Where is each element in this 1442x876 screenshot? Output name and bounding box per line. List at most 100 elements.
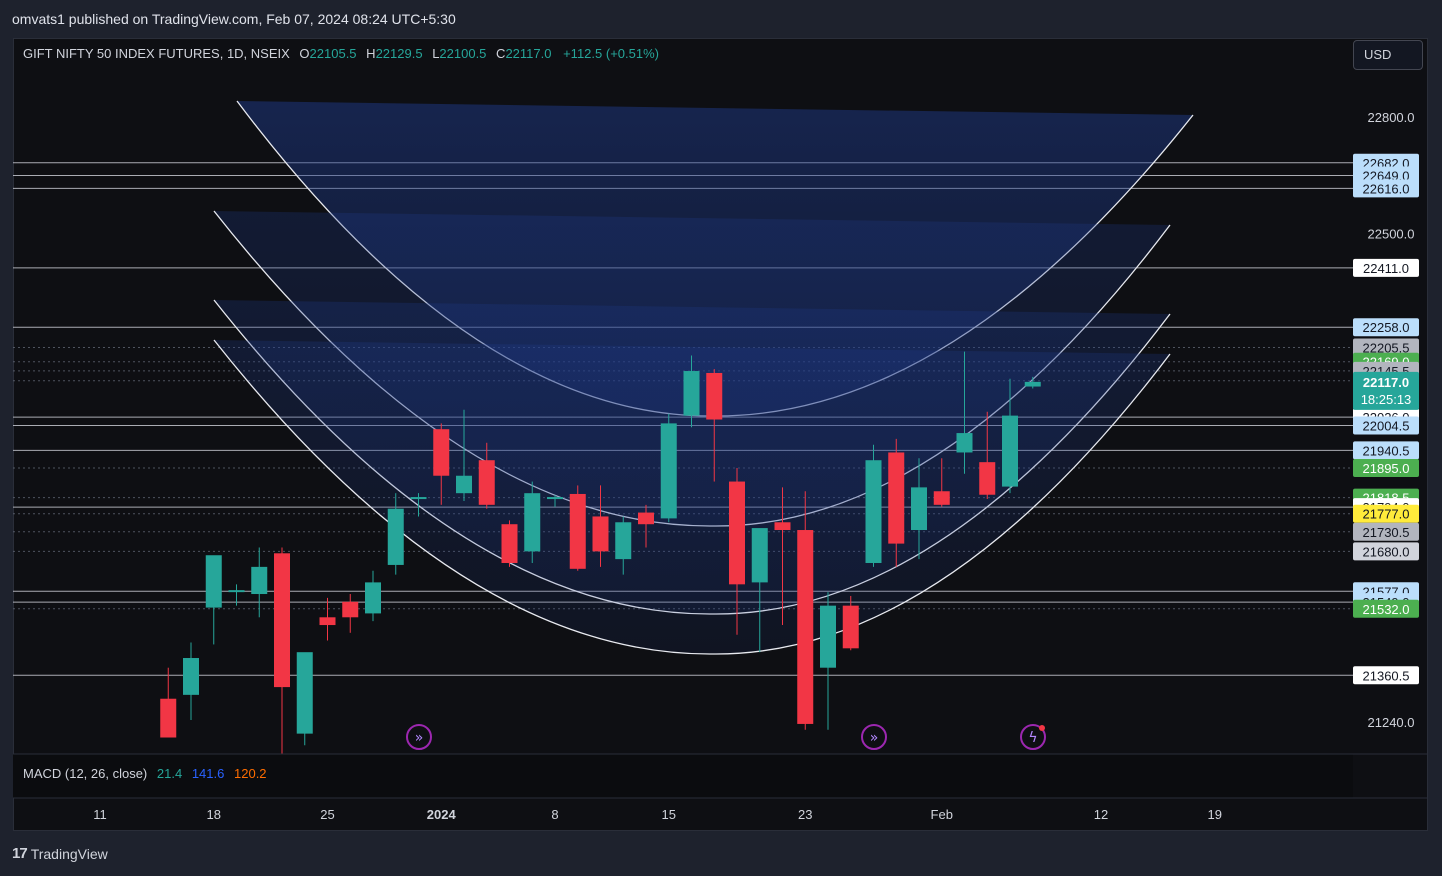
symbol-name: GIFT NIFTY 50 INDEX FUTURES, 1D, NSEIX [23,46,290,61]
candle-18 [501,520,518,567]
y-tick-1: 22500.0 [1368,226,1415,241]
price-label-text-4: 22258.0 [1363,320,1410,335]
replay-arrow-icon-2[interactable]: » [861,724,887,750]
candle-body-22 [592,516,609,552]
macd-label: MACD (12, 26, close) [23,766,148,781]
price-label-15: 21777.0 [1353,504,1419,523]
alert-dot [1039,725,1045,731]
y-tick-0: 22800.0 [1368,110,1415,125]
price-label-21: 21360.5 [1353,666,1419,685]
high-label: H [366,46,376,61]
open-value: 22105.5 [309,46,357,61]
candle-body-37 [933,491,950,505]
candle-body-25 [660,423,677,519]
price-label-text-2: 22616.0 [1363,181,1410,196]
parabolic-fan [213,100,1194,655]
x-tick-1: 18 [207,807,221,822]
change-value: +112.5 (+0.51%) [563,46,659,61]
candle-body-13 [387,508,404,565]
candle-body-6 [228,590,245,593]
candle-21 [569,485,586,571]
candle-8 [274,547,290,761]
candle-body-19 [524,493,541,552]
candle-25 [660,413,677,523]
candle-5 [205,555,222,645]
countdown-timer: 18:25:13 [1361,392,1412,407]
price-label-text-3: 22411.0 [1363,261,1409,276]
candle-12 [365,570,381,622]
x-tick-6: 23 [798,807,812,822]
candle-34 [865,444,882,567]
publisher-info: omvats1 published on TradingView.com, Fe… [12,11,456,27]
replay-arrow-icon-1-glyph: » [415,730,424,746]
price-label-text-10: 22004.5 [1363,419,1410,434]
price-label-20: 21532.0 [1353,599,1419,618]
x-tick-5: 15 [662,807,676,822]
candle-body-10 [319,617,336,626]
candle-9 [296,652,313,746]
candle-body-4 [183,658,199,695]
price-label-11: 21940.5 [1353,441,1419,460]
candle-body-8 [274,553,290,688]
price-label-text-16: 21730.5 [1363,525,1410,540]
candle-body-5 [205,555,222,608]
tradingview-brand: TradingView [30,845,108,862]
price-label-17: 21680.0 [1353,542,1419,561]
candle-body-26 [683,371,700,416]
price-chart[interactable]: 22800.022500.021240.0 22682.022649.02261… [13,38,1428,831]
candle-body-41 [1024,381,1041,387]
price-label-text-11: 21940.5 [1363,443,1410,458]
candle-4 [183,642,199,721]
macd-value-1: 21.4 [156,766,183,781]
lightning-icon-glyph: ϟ [1028,730,1037,746]
candle-body-3 [160,698,177,738]
candle-body-12 [365,582,381,614]
close-value: 22117.0 [505,46,552,61]
candle-body-33 [842,605,859,649]
x-tick-0: 11 [93,807,107,822]
price-label-16: 21730.5 [1353,522,1419,541]
candle-body-24 [638,512,654,525]
x-tick-2: 25 [320,807,334,822]
candle-body-17 [478,460,495,505]
candle-body-30 [774,522,791,531]
price-label-2: 22616.0 [1353,179,1419,198]
candle-body-39 [979,462,996,495]
candle-body-35 [888,452,905,544]
candle-body-7 [251,566,268,595]
candle-body-29 [751,528,768,583]
candle-body-28 [729,481,745,585]
replay-arrow-icon-1[interactable]: » [406,724,432,750]
candle-body-16 [456,475,472,494]
high-value: 22129.5 [375,46,423,61]
open-label: O [299,46,310,61]
price-label-text-15: 21777.0 [1363,507,1410,522]
time-axis: 11 18 25 2024 8 15 23 Feb 12 19 [93,807,1222,822]
candle-body-9 [296,652,313,734]
candle-body-23 [615,522,632,560]
current-price-value: 22117.0 [1363,375,1409,390]
candle-body-21 [569,493,586,569]
tradingview-logo[interactable]: 17 TradingView [12,845,108,862]
currency-button[interactable]: USD [1353,40,1423,70]
chart-event-icons: » » ϟ [406,724,1046,750]
candle-body-32 [820,605,836,668]
candle-3 [160,667,177,738]
symbol-legend: GIFT NIFTY 50 INDEX FUTURES, 1D, NSEIX O… [23,46,659,61]
tradingview-mark-icon: 17 [12,845,28,862]
candle-body-14 [410,497,427,500]
candle-body-20 [547,497,563,500]
x-tick-8: 12 [1094,807,1108,822]
candle-body-34 [865,460,882,563]
candle-body-31 [797,530,814,724]
candle-body-36 [911,487,927,531]
replay-arrow-icon-2-glyph: » [870,730,879,746]
candle-11 [342,594,359,633]
low-value: 22100.5 [439,46,487,61]
price-label-3: 22411.0 [1353,258,1419,277]
macd-value-2: 141.6 [191,766,225,781]
price-label-12: 21895.0 [1353,458,1419,477]
current-price-label: 22117.0 18:25:13 [1353,371,1419,410]
candle-19 [524,481,541,563]
candle-7 [251,547,268,618]
